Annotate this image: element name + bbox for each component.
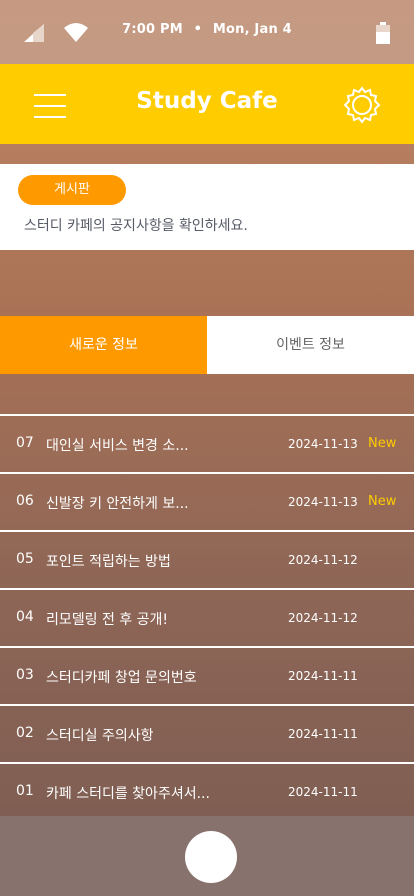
post-subject: 신발장 키 안전하게 보... [46,496,189,512]
post-number: 03 [16,667,34,683]
tab-bar: 새로운 정보 이벤트 정보 [0,316,414,374]
post-number: 05 [16,551,34,567]
status-separator: • [193,22,203,37]
notice-description: 스터디 카페의 공지사항을 확인하세요. [24,218,248,234]
post-subject: 리모델링 전 후 공개! [46,612,169,628]
post-number: 07 [16,435,34,451]
table-row[interactable]: 02 스터디실 주의사항 2024-11-11 [0,704,414,762]
notice-card: 게시판 스터디 카페의 공지사항을 확인하세요. [0,164,414,250]
new-badge: New [368,436,397,451]
post-date: 2024-11-12 [288,553,358,567]
post-subject: 대인실 서비스 변경 소... [46,438,189,454]
bottom-nav-bar [0,816,414,896]
table-row[interactable]: 05 포인트 적립하는 방법 2024-11-12 [0,530,414,588]
tab-event-info[interactable]: 이벤트 정보 [207,316,414,374]
table-row[interactable]: 01 카페 스터디를 찾아주셔서... 2024-11-11 [0,762,414,820]
post-date: 2024-11-13 [288,495,358,509]
post-number: 02 [16,725,34,741]
battery-icon [376,22,390,44]
app-bar: Study Cafe [0,64,414,144]
status-clock: 7:00 PM • Mon, Jan 4 [0,22,414,37]
gear-icon[interactable] [343,86,381,124]
post-date: 2024-11-12 [288,611,358,625]
tab-new-info[interactable]: 새로운 정보 [0,316,207,374]
post-date: 2024-11-11 [288,727,358,741]
post-number: 04 [16,609,34,625]
post-subject: 포인트 적립하는 방법 [46,554,171,570]
board-badge: 게시판 [18,175,126,205]
table-row[interactable]: 07 대인실 서비스 변경 소... 2024-11-13 New [0,414,414,472]
home-button[interactable] [185,831,237,883]
table-row[interactable]: 06 신발장 키 안전하게 보... 2024-11-13 New [0,472,414,530]
table-row[interactable]: 04 리모델링 전 후 공개! 2024-11-12 [0,588,414,646]
post-subject: 카페 스터디를 찾아주셔서... [46,786,210,802]
post-date: 2024-11-11 [288,785,358,799]
post-date: 2024-11-13 [288,437,358,451]
new-badge: New [368,494,397,509]
post-number: 01 [16,783,34,799]
post-subject: 스터디실 주의사항 [46,728,154,744]
post-date: 2024-11-11 [288,669,358,683]
post-subject: 스터디카페 창업 문의번호 [46,670,197,686]
status-date: Mon, Jan 4 [212,22,292,37]
post-list: 07 대인실 서비스 변경 소... 2024-11-13 New 06 신발장… [0,414,414,820]
table-row[interactable]: 03 스터디카페 창업 문의번호 2024-11-11 [0,646,414,704]
status-time: 7:00 PM [122,22,183,37]
post-number: 06 [16,493,34,509]
status-bar: 7:00 PM • Mon, Jan 4 [0,0,414,64]
